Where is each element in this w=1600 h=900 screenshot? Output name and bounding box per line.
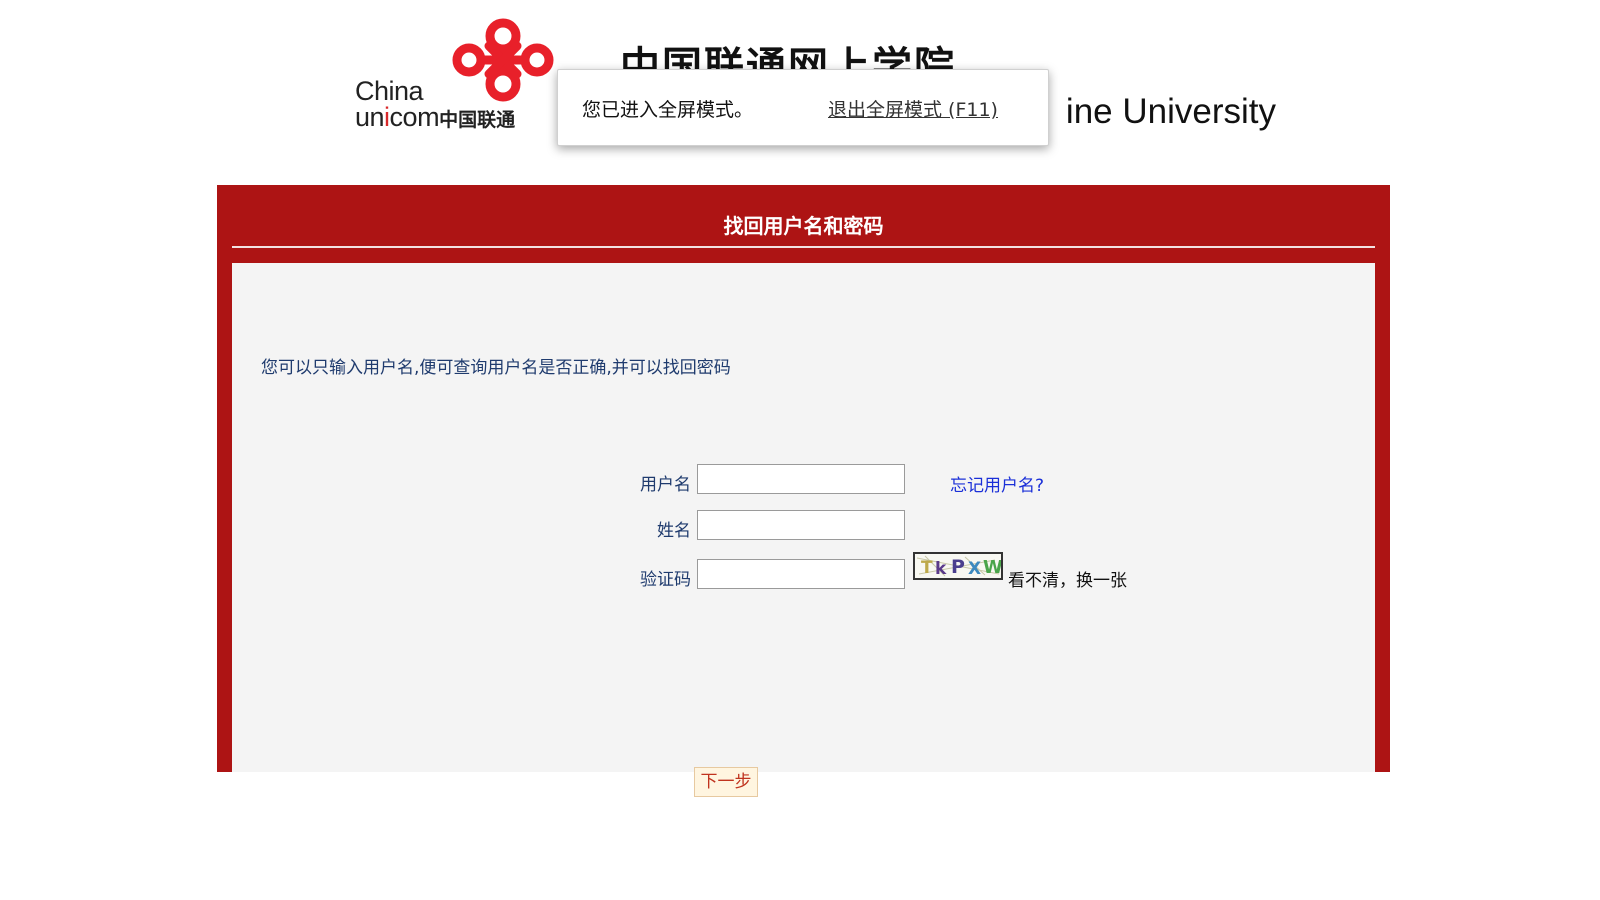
svg-text:X: X <box>968 559 981 578</box>
exit-fullscreen-link[interactable]: 退出全屏模式 (F11) <box>828 95 998 122</box>
captcha-input[interactable] <box>697 559 905 589</box>
form-area: 您可以只输入用户名,便可查询用户名是否正确,并可以找回密码 用户名 忘记用户名?… <box>232 263 1375 797</box>
svg-text:T: T <box>921 558 933 578</box>
forgot-username-link[interactable]: 忘记用户名? <box>950 471 1044 496</box>
page: China unicom中国联通 中国联通网上学院 ine University… <box>0 0 1600 900</box>
svg-text:k: k <box>935 559 947 578</box>
logo-text-com: com <box>389 102 440 132</box>
captcha-refresh-link[interactable]: 看不清，换一张 <box>1008 566 1127 591</box>
name-label: 姓名 <box>657 521 691 541</box>
fullscreen-notice-message: 您已进入全屏模式。 <box>582 99 754 121</box>
panel-divider <box>232 246 1375 248</box>
captcha-graphic: T k P X W <box>916 555 1001 578</box>
fullscreen-notice-popup: 您已进入全屏模式。 退出全屏模式 (F11) <box>557 69 1049 146</box>
logo-text-cn: 中国联通 <box>439 109 516 131</box>
captcha-row: 验证码 T k P X W 看不清，换一张 <box>232 552 1375 592</box>
username-label: 用户名 <box>640 475 691 495</box>
captcha-label: 验证码 <box>640 570 691 590</box>
next-step-button[interactable]: 下一步 <box>694 767 758 797</box>
logo-text-unicom: unicom中国联通 <box>355 104 515 131</box>
svg-text:P: P <box>951 556 965 578</box>
unicom-knot-icon <box>452 18 554 102</box>
logo-text-china: China <box>355 76 424 106</box>
name-input[interactable] <box>697 510 905 540</box>
instruction-text: 您可以只输入用户名,便可查询用户名是否正确,并可以找回密码 <box>261 358 731 378</box>
username-row: 用户名 忘记用户名? <box>232 463 1375 497</box>
username-input[interactable] <box>697 464 905 494</box>
china-unicom-logo: China unicom中国联通 <box>355 18 555 133</box>
svg-text:W: W <box>983 557 1001 578</box>
name-row: 姓名 <box>232 509 1375 543</box>
recover-account-panel: 找回用户名和密码 您可以只输入用户名,便可查询用户名是否正确,并可以找回密码 用… <box>217 185 1390 797</box>
logo-text-un: un <box>355 102 385 132</box>
captcha-image[interactable]: T k P X W <box>913 552 1003 580</box>
panel-title: 找回用户名和密码 <box>723 214 884 238</box>
